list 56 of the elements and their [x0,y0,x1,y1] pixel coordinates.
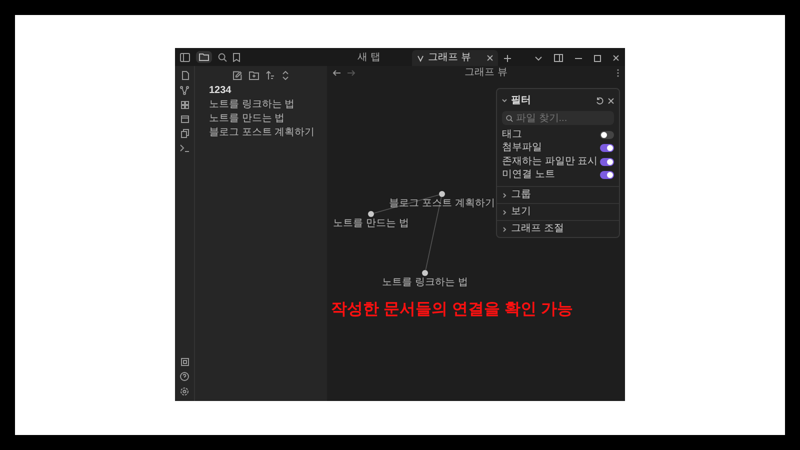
settings-icon[interactable] [180,387,189,396]
toggle-switch[interactable] [600,130,614,139]
new-note-icon[interactable] [233,71,242,80]
file-item[interactable]: 노트를 링크하는 법 [209,98,327,111]
file-item[interactable]: 노트를 만드는 법 [209,112,327,125]
new-tab-icon[interactable] [504,54,511,62]
toggle-label: 태그 [502,130,523,140]
graph-node[interactable] [422,270,428,276]
grid-icon[interactable] [180,101,188,109]
chevron-right-icon[interactable] [502,210,507,214]
folder-label[interactable]: 1234 [209,84,327,97]
search-icon[interactable] [218,52,227,62]
tab[interactable]: 새 탭 [326,50,412,66]
maximize-icon[interactable] [594,54,601,62]
toggle-label: 첨부파일 [502,143,543,154]
toggle-switch[interactable] [600,158,614,166]
close-icon[interactable] [613,55,619,61]
caption-text: 작성한 문서들의 연결을 확인 가능 [331,300,573,320]
search-field[interactable]: 파일 찾기... [502,111,614,125]
chevron-right-icon[interactable] [502,226,507,232]
toggle-switch[interactable] [600,144,614,152]
node-label: 노트를 링크하는 법 [382,278,468,288]
copy-icon[interactable] [180,129,188,138]
chevron-down-icon[interactable] [502,98,507,103]
pages-icon[interactable] [180,71,188,80]
back-arrow-icon[interactable] [333,70,341,76]
section-header[interactable]: 그래프 조절 [511,224,564,234]
bookmark-icon[interactable] [233,52,240,62]
node-label: 블로그 포스트 계획하기 [389,199,495,209]
section-header[interactable]: 그룹 [511,190,531,200]
chevron-down-icon[interactable] [535,56,542,60]
files-tab-icon[interactable] [196,51,212,63]
node-label: 노트를 만드는 법 [333,219,409,229]
reset-icon[interactable] [596,96,604,104]
view-title: 그래프 뷰 [464,68,508,78]
section-header[interactable]: 보기 [511,207,531,217]
calendar-icon[interactable] [180,115,188,123]
file-item[interactable]: 블로그 포스트 계획하기 [209,126,327,139]
close-icon[interactable] [608,98,614,104]
toggle-label: 존재하는 파일만 표시 [502,156,599,167]
chevron-right-icon[interactable] [502,192,507,198]
panel-title[interactable]: 필터 [511,93,592,108]
tab[interactable]: 그래프 뷰 [412,50,498,66]
expand-collapse-icon[interactable] [282,71,289,80]
graph-node[interactable] [439,191,445,197]
sort-icon[interactable] [266,71,275,80]
sidebar-toggle-icon[interactable] [180,52,190,62]
toggle-switch[interactable] [600,171,614,180]
new-folder-icon[interactable] [249,71,259,80]
sidebar-toggle-icon[interactable] [554,54,563,62]
search-icon [506,114,513,122]
graph-node[interactable] [368,211,374,217]
toggle-label: 미연결 노트 [502,170,556,180]
help-icon[interactable] [180,372,189,381]
close-tab-icon[interactable] [487,55,493,61]
terminal-icon[interactable] [180,144,189,152]
